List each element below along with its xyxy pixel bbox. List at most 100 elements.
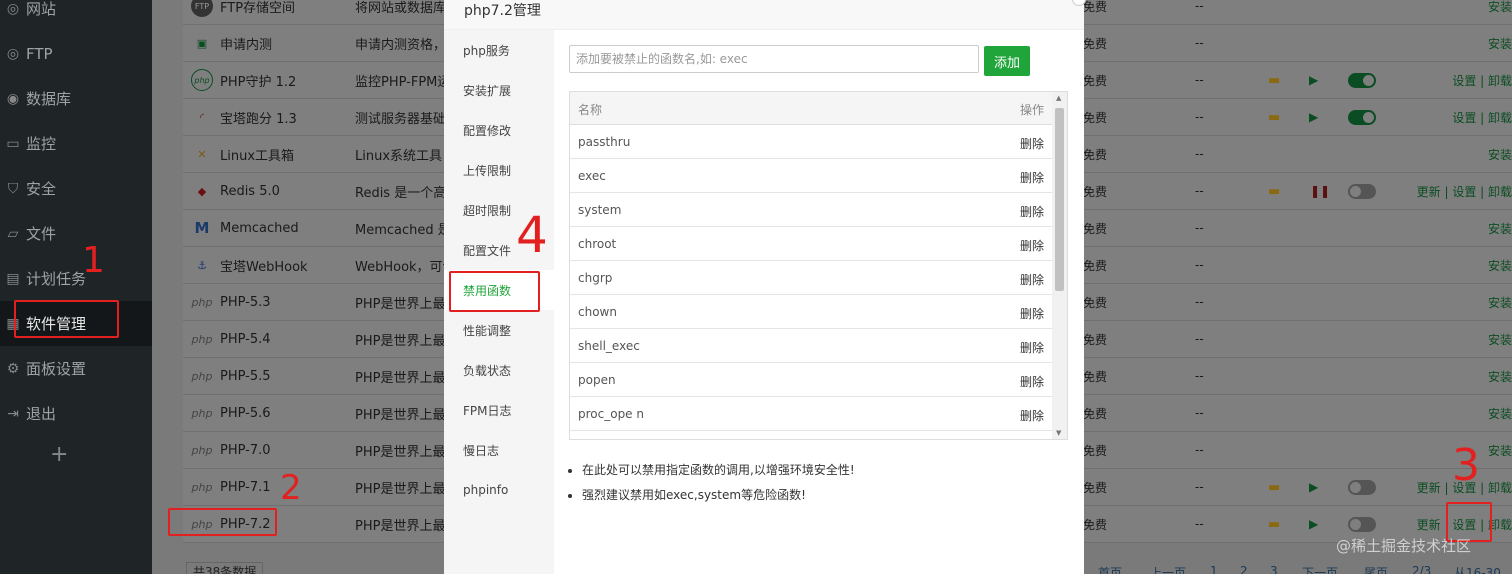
pager-prev[interactable]: 上一页 <box>1150 564 1186 574</box>
action-links[interactable]: 设置 | 卸载 <box>1452 109 1512 126</box>
add-icon[interactable]: + <box>50 442 68 467</box>
php-icon: php <box>191 443 213 457</box>
scroll-up-icon[interactable]: ▲ <box>1056 94 1061 102</box>
delete-button[interactable]: 删除 <box>1020 373 1044 390</box>
scroll-thumb[interactable] <box>1055 108 1064 291</box>
software-name: Memcached <box>220 220 299 236</box>
folder-icon[interactable]: ▬ <box>1268 110 1280 125</box>
nav-config-edit[interactable]: 配置修改 <box>444 110 554 150</box>
logout-icon: ⇥ <box>7 405 19 422</box>
sidebar-item-database[interactable]: ◉ 数据库 <box>0 76 152 121</box>
folder-icon[interactable]: ▬ <box>1268 517 1280 532</box>
sidebar-item-monitor[interactable]: ▭ 监控 <box>0 121 152 166</box>
pager-page-2[interactable]: 2 <box>1240 564 1248 574</box>
table-row: proc_ope n 删除 <box>570 397 1052 431</box>
home-toggle[interactable] <box>1348 109 1376 125</box>
install-link[interactable]: 安装 <box>1488 368 1512 385</box>
expire: -- <box>1195 480 1204 494</box>
scroll-down-icon[interactable]: ▼ <box>1056 429 1061 437</box>
install-link[interactable]: 安装 <box>1488 146 1512 163</box>
note-item: 强烈建议禁用如exec,system等危险函数! <box>582 483 855 508</box>
delete-button[interactable]: 删除 <box>1020 203 1044 220</box>
nav-load-status[interactable]: 负载状态 <box>444 350 554 390</box>
sidebar-item-logout[interactable]: ⇥ 退出 <box>0 391 152 436</box>
home-toggle[interactable] <box>1348 516 1376 532</box>
nav-php-service[interactable]: php服务 <box>444 30 554 70</box>
add-button[interactable]: 添加 <box>984 46 1030 76</box>
expire: -- <box>1195 184 1204 198</box>
delete-button[interactable]: 删除 <box>1020 135 1044 152</box>
play-icon[interactable]: ▶ <box>1309 480 1318 494</box>
price: 免费 <box>1083 184 1108 199</box>
delete-button[interactable]: 删除 <box>1020 169 1044 186</box>
sidebar-item-files[interactable]: ▱ 文件 <box>0 211 152 256</box>
sidebar-item-security[interactable]: ⛉ 安全 <box>0 166 152 211</box>
pause-icon[interactable]: ❚❚ <box>1310 184 1330 198</box>
sidebar-item-website[interactable]: ◎ 网站 <box>0 0 152 31</box>
annotation-number-1: 1 <box>82 240 105 281</box>
table-row: exec 删除 <box>570 159 1052 193</box>
install-link[interactable]: 安装 <box>1488 220 1512 237</box>
sidebar: ◎ 网站 ◎ FTP ◉ 数据库 ▭ 监控 ⛉ 安全 ▱ 文件 ▤ 计划任务 ▦ 软件管理 ⚙ 面… <box>0 0 152 574</box>
sidebar-item-settings[interactable]: ⚙ 面板设置 <box>0 346 152 391</box>
pager-next[interactable]: 下一页 <box>1302 564 1338 574</box>
install-link[interactable]: 安装 <box>1488 35 1512 52</box>
nav-slow-log[interactable]: 慢日志 <box>444 430 554 470</box>
nav-fpm-log[interactable]: FPM日志 <box>444 390 554 430</box>
disabled-functions-table: 名称 操作 passthru 删除 exec 删除 system 删除 chroot 删… <box>569 91 1068 440</box>
home-toggle[interactable] <box>1348 183 1376 199</box>
delete-button[interactable]: 删除 <box>1020 407 1044 424</box>
install-link[interactable]: 安装 <box>1488 442 1512 459</box>
pager-first[interactable]: 首页 <box>1098 564 1122 574</box>
play-icon[interactable]: ▶ <box>1309 110 1318 124</box>
dialog-content: 添加 名称 操作 passthru 删除 exec 删除 system 删除 chro… <box>554 30 1084 574</box>
install-link[interactable]: 安装 <box>1488 0 1512 15</box>
dialog-title: php7.2管理 <box>464 3 541 19</box>
nav-phpinfo[interactable]: phpinfo <box>444 470 554 510</box>
function-name-input[interactable] <box>569 45 979 73</box>
price: 免费 <box>1083 258 1108 273</box>
sidebar-item-label: 网站 <box>26 0 57 18</box>
php-icon: php <box>191 369 213 383</box>
play-icon[interactable]: ▶ <box>1309 73 1318 87</box>
annotation-number-2: 2 <box>280 468 302 508</box>
folder-icon[interactable]: ▬ <box>1268 480 1280 495</box>
delete-button[interactable]: 删除 <box>1020 271 1044 288</box>
sidebar-item-ftp[interactable]: ◎ FTP <box>0 31 152 76</box>
home-toggle[interactable] <box>1348 72 1376 88</box>
action-links[interactable]: 设置 | 卸载 <box>1452 72 1512 89</box>
software-name: PHP-7.0 <box>220 442 271 458</box>
action-links[interactable]: 更新 | 设置 | 卸载 <box>1417 183 1512 200</box>
nav-performance[interactable]: 性能调整 <box>444 310 554 350</box>
nav-upload-limit[interactable]: 上传限制 <box>444 150 554 190</box>
pager-page-3[interactable]: 3 <box>1270 564 1278 574</box>
table-header: 名称 操作 <box>570 92 1052 125</box>
software-name: PHP-5.5 <box>220 368 271 384</box>
sidebar-item-label: 文件 <box>26 225 57 243</box>
install-link[interactable]: 安装 <box>1488 405 1512 422</box>
nav-install-ext[interactable]: 安装扩展 <box>444 70 554 110</box>
folder-icon[interactable]: ▬ <box>1268 184 1280 199</box>
function-name: shell_exec <box>578 339 640 353</box>
annotation-box-disabled-functions <box>449 271 540 312</box>
sidebar-item-cron[interactable]: ▤ 计划任务 <box>0 256 152 301</box>
price: 免费 <box>1083 147 1108 162</box>
calendar-icon: ▤ <box>6 270 20 287</box>
sidebar-item-label: FTP <box>26 44 53 63</box>
install-link[interactable]: 安装 <box>1488 257 1512 274</box>
home-toggle[interactable] <box>1348 479 1376 495</box>
delete-button[interactable]: 删除 <box>1020 339 1044 356</box>
software-name: 宝塔跑分 1.3 <box>220 111 297 127</box>
pager-last[interactable]: 尾页 <box>1364 564 1388 574</box>
play-icon[interactable]: ▶ <box>1309 517 1318 531</box>
function-name: passthru <box>578 135 631 149</box>
price: 免费 <box>1083 517 1108 532</box>
table-row: popen 删除 <box>570 363 1052 397</box>
table-scrollbar[interactable]: ▲ ▼ <box>1052 92 1067 439</box>
install-link[interactable]: 安装 <box>1488 294 1512 311</box>
install-link[interactable]: 安装 <box>1488 331 1512 348</box>
folder-icon[interactable]: ▬ <box>1268 73 1280 88</box>
delete-button[interactable]: 删除 <box>1020 305 1044 322</box>
pager-page-1[interactable]: 1 <box>1210 564 1218 574</box>
delete-button[interactable]: 删除 <box>1020 237 1044 254</box>
